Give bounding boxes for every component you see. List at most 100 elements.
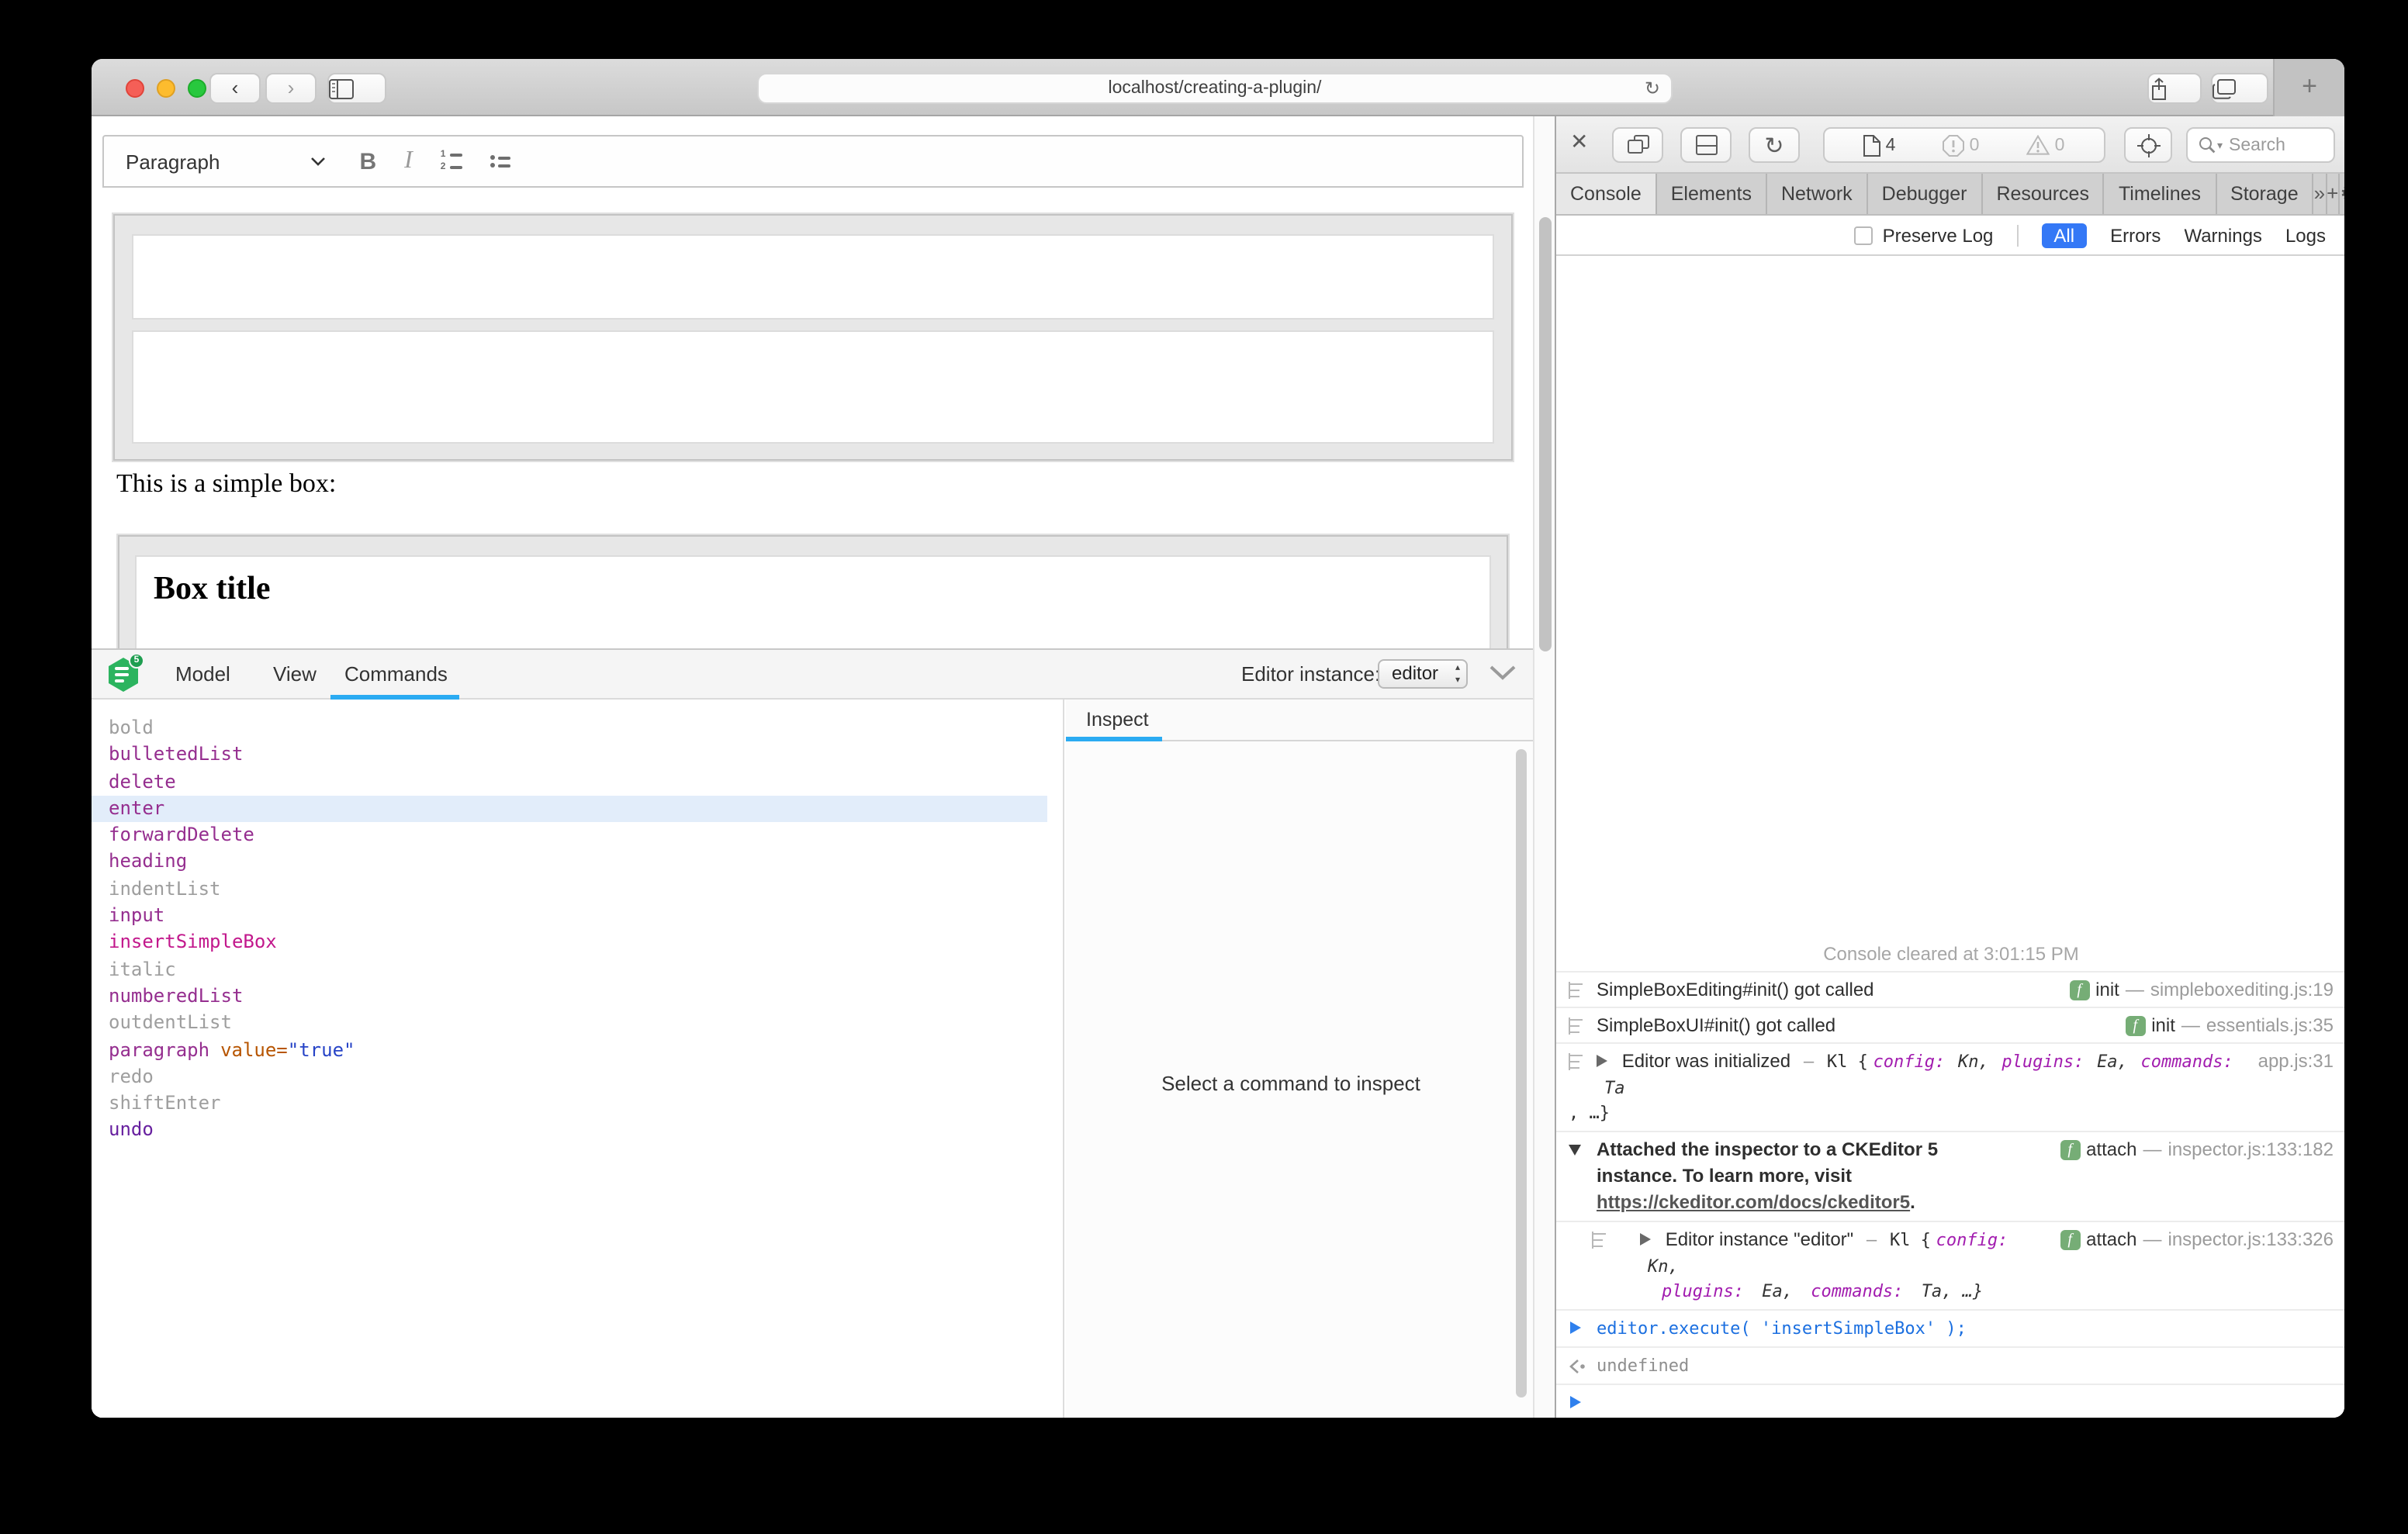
- log-text: SimpleBoxEditing#init() got called: [1597, 979, 1874, 1000]
- command-item[interactable]: delete: [92, 769, 1063, 796]
- search-icon: [2199, 136, 2216, 154]
- plus-icon: +: [2302, 71, 2317, 101]
- back-button[interactable]: ‹: [209, 73, 261, 104]
- simple-box-widget-empty[interactable]: [113, 214, 1513, 461]
- log-text: https://ckeditor.com/docs/ckeditor5.: [1597, 1190, 2334, 1216]
- command-item[interactable]: indentList: [92, 876, 1063, 903]
- tab-model[interactable]: Model: [175, 650, 230, 700]
- command-item[interactable]: heading: [92, 849, 1063, 876]
- tab-resources[interactable]: Resources: [1982, 174, 2105, 214]
- command-item[interactable]: input: [92, 903, 1063, 930]
- command-item[interactable]: numberedList: [92, 983, 1063, 1011]
- filter-errors[interactable]: Errors: [2110, 224, 2161, 246]
- sidebar-button[interactable]: [327, 73, 386, 104]
- scrollbar-thumb[interactable]: [1539, 217, 1552, 651]
- select-arrows-icon: ▴▾: [1455, 662, 1460, 687]
- command-item[interactable]: bulletedList: [92, 742, 1063, 769]
- source-location-link[interactable]: app.js:31: [2258, 1049, 2334, 1073]
- new-tab-button[interactable]: +: [2273, 59, 2344, 116]
- simple-box-title-field[interactable]: Box title: [135, 555, 1491, 658]
- close-window-button[interactable]: [126, 79, 144, 98]
- tab-commands[interactable]: Commands: [344, 650, 448, 700]
- source-location-link[interactable]: inspector.js:133:326: [2168, 1227, 2334, 1252]
- resource-summary-button[interactable]: 4 0: [1823, 127, 2105, 163]
- minimize-window-button[interactable]: [157, 79, 175, 98]
- paragraph-dropdown[interactable]: Paragraph: [126, 150, 220, 173]
- filter-all[interactable]: All: [2041, 223, 2087, 247]
- command-item[interactable]: forwardDelete: [92, 822, 1063, 849]
- filter-logs[interactable]: Logs: [2285, 224, 2326, 246]
- zoom-window-button[interactable]: [188, 79, 206, 98]
- crosshair-icon: [2136, 133, 2161, 157]
- tab-timelines[interactable]: Timelines: [2105, 174, 2216, 214]
- source-location-link[interactable]: inspector.js:133:182: [2168, 1137, 2334, 1162]
- error-octagon-icon: [1943, 134, 1965, 156]
- prompt-chevron-icon: [1570, 1396, 1581, 1408]
- inspect-tab-strip: Inspect: [1066, 700, 1533, 741]
- preserve-log-checkbox[interactable]: [1855, 226, 1873, 244]
- address-bar[interactable]: localhost/creating-a-plugin/ ↻: [757, 73, 1673, 104]
- result-value-text: undefined: [1597, 1356, 1689, 1376]
- preserve-log-label[interactable]: Preserve Log: [1883, 224, 1994, 246]
- reload-page-button[interactable]: ↻: [1749, 127, 1800, 163]
- element-picker-button[interactable]: [2124, 127, 2172, 163]
- inspector-header: 5 Model View Commands Editor instance: e…: [92, 650, 1533, 700]
- simple-box-description-field[interactable]: [132, 330, 1494, 444]
- italic-button[interactable]: I: [404, 147, 413, 175]
- disclosure-triangle-icon[interactable]: [1597, 1055, 1607, 1067]
- bold-button[interactable]: B: [359, 148, 376, 174]
- simple-box-widget[interactable]: Box title: [118, 535, 1508, 659]
- console-message: app.js:31 Editor was initialized – Kl { …: [1556, 1042, 2344, 1131]
- log-text: Editor instance "editor": [1666, 1228, 1854, 1250]
- url-text: localhost/creating-a-plugin/: [1109, 79, 1322, 98]
- inspect-pane-scrollbar[interactable]: [1516, 749, 1527, 1407]
- command-item[interactable]: paragraphvalue="true": [92, 1037, 1063, 1064]
- command-item[interactable]: shiftEnter: [92, 1090, 1063, 1118]
- editor-instance-select[interactable]: editor ▴▾: [1378, 659, 1468, 689]
- command-item[interactable]: bold: [92, 715, 1063, 742]
- executed-command-text: editor.execute( 'insertSimpleBox' );: [1597, 1318, 1967, 1339]
- tab-debugger[interactable]: Debugger: [1868, 174, 1983, 214]
- settings-gear-icon[interactable]: ⚙: [2340, 174, 2344, 214]
- source-location-link[interactable]: simpleboxediting.js:19: [2150, 977, 2334, 1002]
- divider: [2016, 224, 2018, 246]
- command-item[interactable]: insertSimpleBox: [92, 930, 1063, 957]
- dock-bottom-button[interactable]: [1680, 127, 1732, 163]
- search-field[interactable]: ▾ Search: [2186, 127, 2335, 163]
- command-item[interactable]: italic: [92, 956, 1063, 983]
- tab-console[interactable]: Console: [1556, 174, 1657, 214]
- ckeditor-docs-link[interactable]: https://ckeditor.com/docs/ckeditor5: [1597, 1191, 1910, 1213]
- close-devtools-icon[interactable]: ✕: [1570, 129, 1588, 155]
- command-item[interactable]: redo: [92, 1064, 1063, 1091]
- collapse-inspector-button[interactable]: [1489, 665, 1516, 681]
- source-location-link[interactable]: essentials.js:35: [2206, 1013, 2334, 1038]
- scrollbar-thumb[interactable]: [1516, 749, 1527, 1398]
- filter-warnings[interactable]: Warnings: [2184, 224, 2262, 246]
- tab-network[interactable]: Network: [1767, 174, 1868, 214]
- tab-elements[interactable]: Elements: [1657, 174, 1767, 214]
- tab-storage[interactable]: Storage: [2216, 174, 2314, 214]
- log-item-icon: [1567, 982, 1584, 999]
- forward-button[interactable]: ›: [265, 73, 317, 104]
- chevron-down-icon[interactable]: [310, 157, 325, 166]
- disclosure-triangle-icon[interactable]: [1640, 1233, 1651, 1246]
- more-tabs-button[interactable]: »: [2314, 174, 2327, 214]
- add-tab-button[interactable]: +: [2327, 174, 2340, 214]
- tab-inspect[interactable]: Inspect: [1086, 700, 1149, 741]
- command-item[interactable]: undo: [92, 1118, 1063, 1145]
- share-button[interactable]: [2147, 73, 2202, 104]
- command-item-selected[interactable]: enter: [92, 796, 1047, 823]
- disclosure-triangle-open-icon[interactable]: [1569, 1145, 1581, 1156]
- console-message: f attach — inspector.js:133:326 Editor i…: [1556, 1221, 2344, 1309]
- detach-devtools-button[interactable]: [1612, 127, 1663, 163]
- console-prompt[interactable]: [1556, 1384, 2344, 1418]
- command-item[interactable]: outdentList: [92, 1011, 1063, 1038]
- editor-toolbar: Paragraph B I 1 2: [102, 135, 1524, 188]
- simple-box-title-field[interactable]: [132, 234, 1494, 320]
- tab-overview-button[interactable]: [2211, 73, 2268, 104]
- page-scrollbar[interactable]: [1533, 116, 1555, 1418]
- reload-icon[interactable]: ↻: [1645, 74, 1660, 102]
- tab-view[interactable]: View: [273, 650, 317, 700]
- bulleted-list-button[interactable]: [490, 155, 510, 168]
- numbered-list-button[interactable]: 1 2: [441, 150, 462, 172]
